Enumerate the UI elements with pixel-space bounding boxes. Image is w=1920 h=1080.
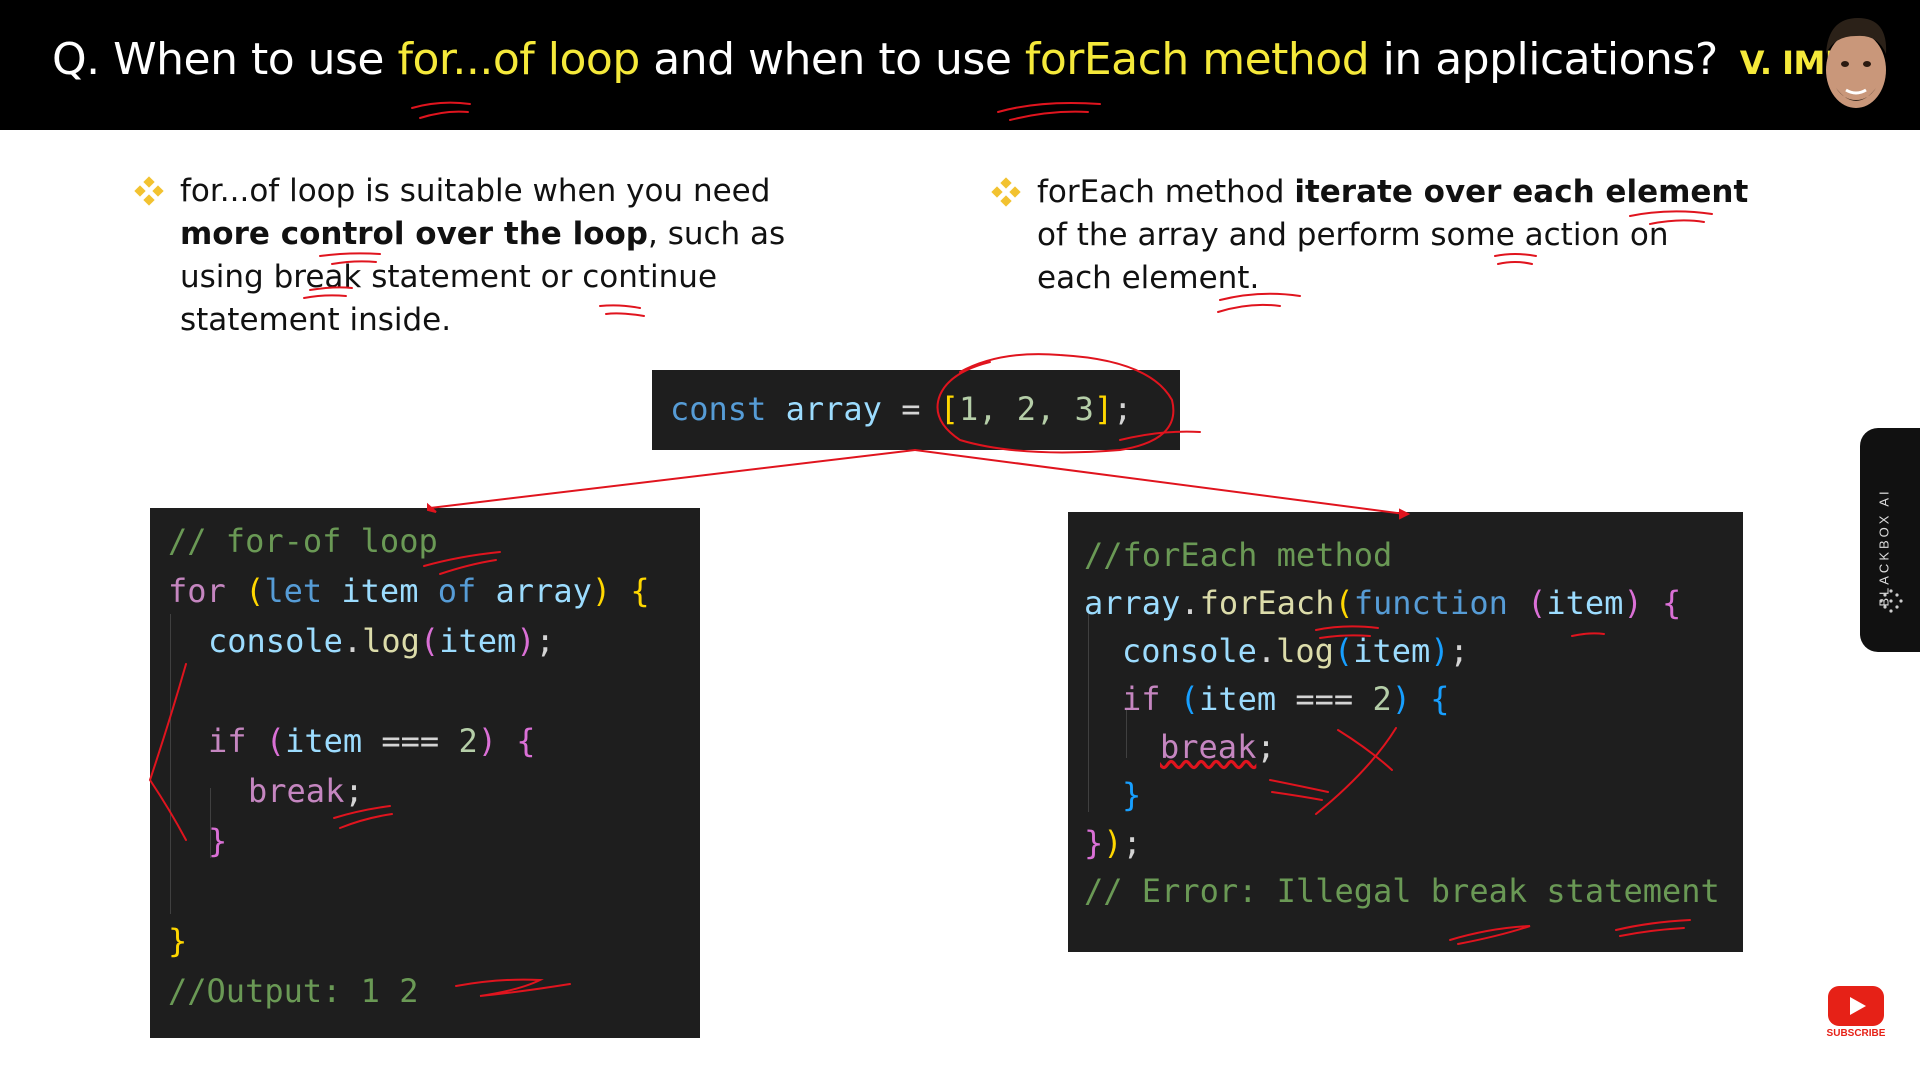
underline-mark bbox=[1494, 253, 1537, 265]
blackbox-dots-icon bbox=[1879, 589, 1903, 613]
blackbox-ai-tab[interactable]: BLACKBOX AI bbox=[1860, 428, 1920, 652]
underline-mark bbox=[1615, 919, 1691, 937]
underline-mark bbox=[423, 551, 501, 575]
arrow-head bbox=[1399, 508, 1411, 520]
underline-mark bbox=[319, 252, 381, 265]
underline-mark bbox=[1571, 632, 1605, 637]
underline-mark bbox=[599, 304, 645, 317]
cross-mark bbox=[1315, 727, 1397, 815]
arrow-line bbox=[429, 449, 916, 509]
underline-mark bbox=[1449, 925, 1531, 945]
underline-mark bbox=[333, 805, 393, 829]
underline-mark bbox=[303, 286, 353, 299]
bracket-mark bbox=[148, 663, 187, 841]
underline-mark bbox=[411, 101, 471, 119]
underline-mark bbox=[997, 102, 1101, 121]
underline-mark bbox=[1217, 292, 1301, 313]
underline-mark bbox=[455, 978, 571, 997]
arrow-line bbox=[914, 449, 1406, 515]
youtube-icon bbox=[1828, 986, 1884, 1026]
arrow-head bbox=[427, 502, 437, 513]
underline-mark bbox=[1269, 779, 1329, 801]
subscribe-label: SUBSCRIBE bbox=[1826, 1028, 1886, 1039]
subscribe-button[interactable]: SUBSCRIBE bbox=[1826, 986, 1886, 1042]
circle-mark bbox=[936, 353, 1175, 454]
pen-annotations bbox=[148, 101, 1713, 997]
underline-mark bbox=[1315, 625, 1379, 639]
underline-mark bbox=[1629, 210, 1713, 225]
